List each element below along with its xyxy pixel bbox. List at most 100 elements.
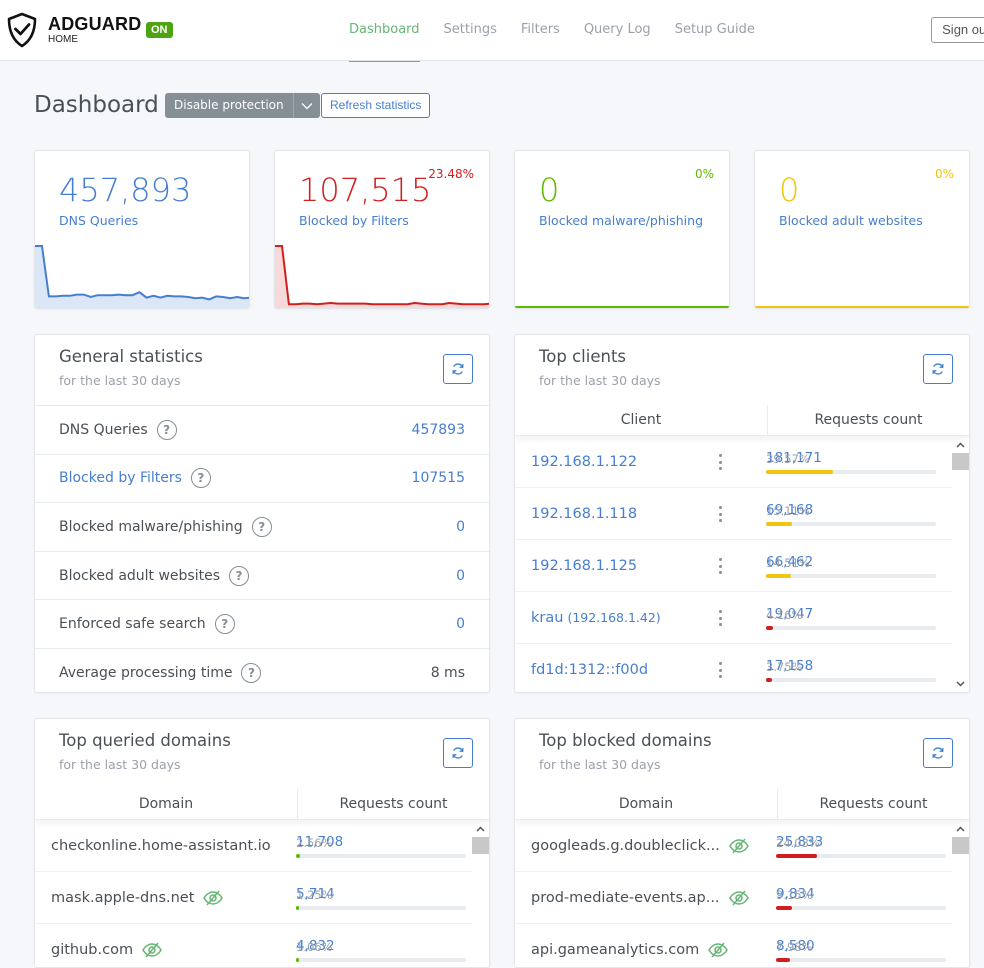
- panel-title: Top clients: [539, 347, 627, 366]
- help-icon[interactable]: ?: [214, 614, 235, 635]
- stat-row-value[interactable]: 107515: [412, 470, 465, 486]
- scroll-thumb[interactable]: [952, 837, 969, 854]
- column-header-domain[interactable]: Domain: [515, 789, 777, 819]
- progress-bar: [296, 958, 466, 962]
- help-icon[interactable]: ?: [251, 516, 272, 537]
- domain-name[interactable]: googleads.g.doubleclick...: [515, 837, 750, 855]
- more-options-icon[interactable]: [718, 610, 722, 626]
- nav-filters[interactable]: Filters: [509, 0, 572, 61]
- client-name[interactable]: 192.168.1.118: [515, 506, 637, 522]
- progress-bar-fill: [766, 574, 791, 578]
- table-body: checkonline.home-assistant.io 11,708 2.56%…: [35, 820, 489, 967]
- domain-name[interactable]: checkonline.home-assistant.io: [35, 838, 271, 854]
- stat-value: 0: [779, 171, 800, 209]
- more-options-icon[interactable]: [718, 506, 722, 522]
- stat-label[interactable]: DNS Queries: [59, 213, 138, 228]
- column-header-client[interactable]: Client: [515, 405, 767, 435]
- progress-bar-fill: [296, 906, 299, 910]
- refresh-button[interactable]: [443, 354, 473, 384]
- scroll-up-arrow[interactable]: [472, 820, 489, 837]
- client-name[interactable]: 192.168.1.122: [515, 454, 637, 470]
- requests-count-cell: 19,047 4.16%: [766, 592, 941, 644]
- stat-label[interactable]: Blocked malware/phishing: [539, 213, 703, 228]
- scrollbar[interactable]: [472, 820, 489, 967]
- stat-row-value[interactable]: 457893: [412, 422, 465, 438]
- help-icon[interactable]: ?: [156, 419, 177, 440]
- disable-protection-button[interactable]: Disable protection: [165, 93, 294, 118]
- disable-protection-dropdown-toggle[interactable]: [294, 93, 320, 118]
- column-header-domain[interactable]: Domain: [35, 789, 297, 819]
- column-header-requests[interactable]: Requests count: [297, 789, 489, 819]
- refresh-button[interactable]: [443, 738, 473, 768]
- domain-name[interactable]: prod-mediate-events.ap...: [515, 889, 750, 907]
- stat-label[interactable]: Blocked adult websites: [779, 213, 923, 228]
- refresh-statistics-button[interactable]: Refresh statistics: [321, 93, 431, 118]
- scroll-thumb[interactable]: [952, 453, 969, 470]
- nav-query-log[interactable]: Query Log: [572, 0, 663, 61]
- eye-slash-icon[interactable]: [141, 941, 163, 959]
- stat-row: Blocked by Filters? 107515: [35, 453, 489, 503]
- requests-count-cell: 181,171 39.57%: [766, 436, 941, 488]
- protection-status-badge: ON: [146, 22, 173, 38]
- nav-dashboard[interactable]: Dashboard: [337, 0, 432, 62]
- logo[interactable]: ADGUARD HOME: [6, 12, 141, 48]
- refresh-button[interactable]: [923, 354, 953, 384]
- more-options-icon[interactable]: [718, 662, 722, 678]
- eye-slash-icon[interactable]: [728, 889, 750, 907]
- scroll-up-arrow[interactable]: [952, 820, 969, 837]
- help-icon[interactable]: ?: [229, 565, 250, 586]
- stat-percent: 0%: [934, 167, 954, 181]
- more-options-icon[interactable]: [718, 558, 722, 574]
- more-options-icon[interactable]: [718, 454, 722, 470]
- stat-row-value[interactable]: 0: [456, 616, 465, 632]
- refresh-button[interactable]: [923, 738, 953, 768]
- client-name[interactable]: 192.168.1.125: [515, 558, 637, 574]
- stat-row-label[interactable]: Blocked by Filters?: [59, 468, 211, 489]
- progress-bar: [766, 626, 936, 630]
- column-header-requests[interactable]: Requests count: [767, 405, 969, 435]
- sign-out-button[interactable]: Sign out: [931, 17, 984, 43]
- progress-bar: [296, 854, 466, 858]
- client-name[interactable]: fd1d:1312::f00d: [515, 662, 648, 678]
- eye-slash-icon[interactable]: [707, 941, 729, 959]
- table-body: 192.168.1.122 181,171 39.57% 192.168.1.118 6…: [515, 436, 969, 692]
- requests-count-cell: 69,168 15.11%: [766, 488, 941, 540]
- table-row: 192.168.1.125 66,462 14.51%: [515, 540, 952, 592]
- table-header: Domain Requests count: [515, 789, 969, 820]
- stat-row: Blocked adult websites? 0: [35, 550, 489, 600]
- stat-card-blocked-filters: 107,515 Blocked by Filters 23.48%: [274, 150, 490, 309]
- client-name[interactable]: krau (192.168.1.42): [515, 610, 661, 626]
- scroll-up-arrow[interactable]: [952, 436, 969, 453]
- panel-title: Top blocked domains: [539, 731, 712, 750]
- help-icon[interactable]: ?: [190, 468, 211, 489]
- page-title: Dashboard: [34, 92, 159, 118]
- requests-percent: 9.15%: [776, 888, 813, 902]
- requests-percent: 24.03%: [776, 836, 820, 850]
- help-icon[interactable]: ?: [241, 662, 262, 683]
- nav-settings[interactable]: Settings: [432, 0, 509, 61]
- chevron-down-icon: [301, 102, 313, 109]
- scroll-thumb[interactable]: [472, 837, 489, 854]
- domain-name[interactable]: mask.apple-dns.net: [35, 889, 224, 907]
- stat-row-label-text: Blocked by Filters: [59, 470, 182, 487]
- general-statistics-panel: General statistics for the last 30 days …: [34, 334, 490, 693]
- eye-slash-icon[interactable]: [728, 837, 750, 855]
- stat-row: Enforced safe search? 0: [35, 599, 489, 648]
- domain-name[interactable]: api.gameanalytics.com: [515, 941, 729, 959]
- column-header-requests[interactable]: Requests count: [777, 789, 969, 819]
- table-row: api.gameanalytics.com 8,580 7.98%: [515, 924, 952, 967]
- stat-card-blocked-adult: 0 Blocked adult websites 0%: [754, 150, 970, 309]
- progress-bar: [766, 574, 936, 578]
- scrollbar[interactable]: [952, 820, 969, 967]
- client-ip: (192.168.1.42): [567, 610, 661, 625]
- requests-percent: 14.51%: [766, 556, 810, 570]
- nav-setup-guide[interactable]: Setup Guide: [663, 0, 767, 61]
- domain-name[interactable]: github.com: [35, 941, 163, 959]
- scrollbar[interactable]: [952, 436, 969, 692]
- scroll-down-arrow[interactable]: [952, 675, 969, 692]
- stat-row-value[interactable]: 0: [456, 568, 465, 584]
- eye-slash-icon[interactable]: [202, 889, 224, 907]
- stat-row-value[interactable]: 0: [456, 519, 465, 535]
- stat-label[interactable]: Blocked by Filters: [299, 213, 409, 228]
- progress-bar-fill: [766, 626, 774, 630]
